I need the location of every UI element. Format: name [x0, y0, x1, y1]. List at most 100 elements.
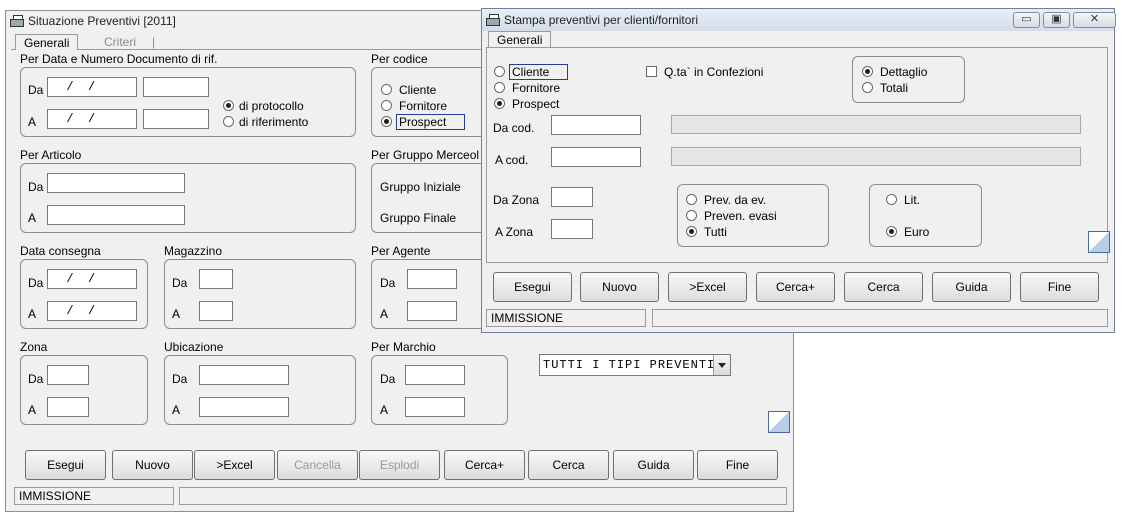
stampa-preventivi-window: Stampa preventivi per clienti/fornitori … — [481, 8, 1116, 333]
cerca-plus-button[interactable]: Cerca+ — [756, 272, 835, 302]
guida-button[interactable]: Guida — [613, 450, 694, 480]
resize-corner-icon[interactable] — [768, 411, 790, 433]
da-cod-label: Da cod. — [493, 121, 535, 135]
minimize-button[interactable]: ▭ — [1013, 12, 1040, 28]
ubicazione-da-input[interactable] — [199, 365, 289, 385]
da-zona-input[interactable] — [551, 187, 593, 207]
excel-button[interactable]: >Excel — [668, 272, 747, 302]
radio-lit[interactable] — [886, 194, 897, 205]
ubicazione-a-input[interactable] — [199, 397, 289, 417]
per-gruppo-title: Per Gruppo Merceol — [371, 148, 480, 162]
per-marchio-title: Per Marchio — [371, 340, 436, 354]
a-zona-label: A Zona — [495, 225, 534, 239]
tipo-preventivi-select[interactable]: TUTTI I TIPI PREVENTI — [539, 354, 731, 376]
modo-group — [852, 56, 965, 103]
label-lit: Lit. — [904, 193, 921, 207]
per-agente-da-input[interactable] — [407, 269, 457, 289]
per-articolo-a-label: A — [28, 211, 37, 225]
guida-button[interactable]: Guida — [932, 272, 1011, 302]
per-data-date-da[interactable]: / / — [47, 77, 137, 97]
magazzino-da-input[interactable] — [199, 269, 233, 289]
fine-button[interactable]: Fine — [1020, 272, 1099, 302]
per-articolo-da-input[interactable] — [47, 173, 185, 193]
da-cod-input[interactable] — [551, 115, 641, 135]
radio-prospect[interactable] — [494, 98, 505, 109]
esegui-button[interactable]: Esegui — [493, 272, 572, 302]
per-marchio-da-input[interactable] — [405, 365, 465, 385]
label-euro: Euro — [904, 225, 930, 239]
resize-corner-icon[interactable] — [1088, 231, 1110, 253]
radio-dettaglio[interactable] — [862, 66, 873, 77]
magazzino-title: Magazzino — [164, 244, 223, 258]
per-data-num-a[interactable] — [143, 109, 209, 129]
zona-a-input[interactable] — [47, 397, 89, 417]
cancella-button[interactable]: Cancella — [277, 450, 358, 480]
ubicazione-da-label: Da — [172, 372, 188, 386]
tipo-preventivi-value: TUTTI I TIPI PREVENTI — [543, 358, 716, 372]
radio-riferimento[interactable] — [223, 116, 234, 127]
data-consegna-da-input[interactable]: / / — [47, 269, 137, 289]
a-cod-description — [671, 147, 1081, 166]
radio-cliente[interactable] — [381, 84, 392, 95]
per-agente-a-input[interactable] — [407, 301, 457, 321]
status-mode: IMMISSIONE — [14, 487, 174, 505]
per-codice-title: Per codice — [371, 52, 428, 66]
label-fornitore: Fornitore — [512, 81, 561, 95]
per-data-date-a[interactable]: / / — [47, 109, 137, 129]
excel-button[interactable]: >Excel — [194, 450, 275, 480]
qta-confezioni-checkbox[interactable] — [646, 66, 657, 77]
label-cliente: Cliente — [509, 64, 568, 80]
per-agente-title: Per Agente — [371, 244, 431, 258]
per-agente-da-label: Da — [380, 276, 396, 290]
close-button[interactable]: ✕ — [1073, 12, 1116, 28]
label-prev-da-ev: Prev. da ev. — [704, 193, 767, 207]
data-consegna-title: Data consegna — [20, 244, 101, 258]
data-consegna-a-input[interactable]: / / — [47, 301, 137, 321]
tab-criteri[interactable]: Criteri — [104, 34, 136, 50]
radio-prev-da-ev[interactable] — [686, 194, 697, 205]
cerca-button[interactable]: Cerca — [844, 272, 923, 302]
esegui-button[interactable]: Esegui — [25, 450, 106, 480]
radio-tutti[interactable] — [686, 226, 697, 237]
zona-title: Zona — [20, 340, 48, 354]
radio-cliente[interactable] — [494, 66, 505, 77]
fine-button[interactable]: Fine — [697, 450, 778, 480]
da-cod-description — [671, 115, 1081, 134]
gruppo-finale-label: Gruppo Finale — [380, 211, 457, 225]
magazzino-group — [164, 259, 356, 329]
radio-totali[interactable] — [862, 82, 873, 93]
label-totali: Totali — [880, 81, 909, 95]
magazzino-a-input[interactable] — [199, 301, 233, 321]
status-message — [179, 487, 787, 505]
chevron-down-icon[interactable] — [713, 355, 730, 375]
a-zona-input[interactable] — [551, 219, 593, 239]
radio-prospect[interactable] — [381, 116, 392, 127]
per-articolo-a-input[interactable] — [47, 205, 185, 225]
cerca-button[interactable]: Cerca — [528, 450, 609, 480]
label-preven-evasi: Preven. evasi — [704, 209, 777, 223]
per-marchio-a-label: A — [380, 403, 389, 417]
radio-preven-evasi[interactable] — [686, 210, 697, 221]
nuovo-button[interactable]: Nuovo — [112, 450, 193, 480]
radio-protocollo[interactable] — [223, 100, 234, 111]
per-data-num-da[interactable] — [143, 77, 209, 97]
radio-fornitore[interactable] — [381, 100, 392, 111]
per-articolo-title: Per Articolo — [20, 148, 82, 162]
radio-fornitore[interactable] — [494, 82, 505, 93]
tab-generali[interactable]: Generali — [488, 31, 552, 48]
esplodi-button[interactable]: Esplodi — [359, 450, 440, 480]
data-consegna-a-label: A — [28, 307, 37, 321]
radio-euro[interactable] — [886, 226, 897, 237]
a-cod-label: A cod. — [495, 153, 529, 167]
nuovo-button[interactable]: Nuovo — [580, 272, 659, 302]
per-articolo-da-label: Da — [28, 180, 44, 194]
cerca-plus-button[interactable]: Cerca+ — [444, 450, 525, 480]
zona-a-label: A — [28, 403, 37, 417]
printer-icon — [486, 14, 500, 26]
per-marchio-a-input[interactable] — [405, 397, 465, 417]
label-dettaglio: Dettaglio — [880, 65, 928, 79]
tab-generali[interactable]: Generali — [15, 34, 79, 50]
zona-da-input[interactable] — [47, 365, 89, 385]
maximize-button[interactable]: ▣ — [1043, 12, 1070, 28]
a-cod-input[interactable] — [551, 147, 641, 167]
